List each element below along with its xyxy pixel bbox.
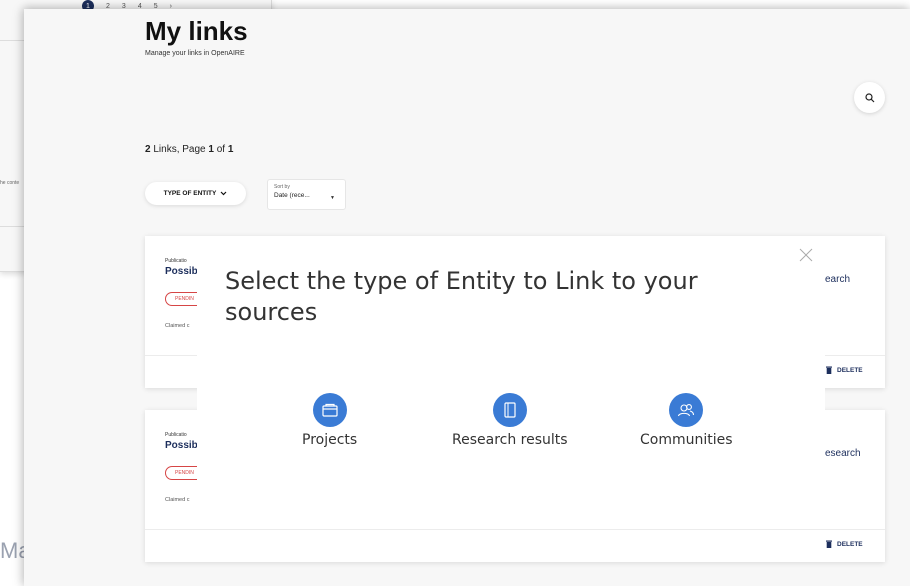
people-icon bbox=[669, 393, 704, 427]
results-page-number: 1 bbox=[208, 144, 214, 155]
results-of-label: of bbox=[216, 144, 226, 155]
chevron-down-icon bbox=[220, 191, 227, 196]
card-entity-type: Publicatio bbox=[165, 258, 187, 264]
sort-by-select[interactable]: Sort by Date (rece... ▼ bbox=[267, 179, 346, 210]
card-entity-type: Publicatio bbox=[165, 432, 187, 438]
entity-option-projects[interactable]: Projects bbox=[302, 393, 357, 448]
filter-label: TYPE OF ENTITY bbox=[163, 190, 217, 197]
page-subtitle: Manage your links in OpenAIRE bbox=[145, 50, 245, 57]
trash-icon bbox=[826, 540, 832, 548]
search-button[interactable] bbox=[854, 82, 885, 113]
search-icon bbox=[864, 92, 874, 102]
delete-label: DELETE bbox=[837, 366, 863, 374]
folder-icon bbox=[312, 393, 347, 427]
sort-by-label: Sort by bbox=[274, 184, 290, 190]
entity-option-label: Communities bbox=[640, 432, 733, 448]
page-title: My links bbox=[145, 16, 248, 46]
card-target-link[interactable]: esearch bbox=[825, 448, 861, 459]
results-count-number: 2 bbox=[145, 144, 151, 155]
card-divider bbox=[145, 529, 885, 530]
entity-option-communities[interactable]: Communities bbox=[640, 393, 733, 448]
delete-label: DELETE bbox=[837, 540, 863, 548]
trash-icon bbox=[826, 366, 832, 374]
card-claimed-date: Claimed c bbox=[165, 497, 190, 503]
document-icon bbox=[492, 393, 527, 427]
background-side-text: he conte bbox=[0, 180, 20, 186]
entity-option-label: Projects bbox=[302, 432, 358, 448]
delete-button[interactable]: DELETE bbox=[826, 540, 863, 548]
results-count: 2 Links, Page 1 of 1 bbox=[145, 144, 233, 155]
close-button[interactable] bbox=[798, 247, 814, 263]
entity-option-label: Research results bbox=[452, 432, 568, 448]
delete-button[interactable]: DELETE bbox=[826, 366, 863, 374]
background-divider bbox=[0, 40, 24, 41]
card-title-link[interactable]: Possib bbox=[165, 266, 198, 277]
entity-option-research-results[interactable]: Research results bbox=[452, 393, 568, 448]
results-count-label: Links, Page bbox=[153, 144, 206, 155]
select-entity-type-modal: Select the type of Entity to Link to you… bbox=[197, 241, 825, 508]
close-icon bbox=[799, 248, 813, 262]
background-divider bbox=[0, 226, 24, 227]
card-claimed-date: Claimed c bbox=[165, 323, 190, 329]
card-target-link[interactable]: earch bbox=[825, 274, 850, 285]
modal-title: Select the type of Entity to Link to you… bbox=[225, 267, 698, 326]
caret-down-icon: ▼ bbox=[330, 195, 335, 201]
card-title-link[interactable]: Possib bbox=[165, 440, 198, 451]
results-total-pages: 1 bbox=[227, 144, 234, 155]
type-of-entity-filter-button[interactable]: TYPE OF ENTITY bbox=[145, 182, 246, 205]
